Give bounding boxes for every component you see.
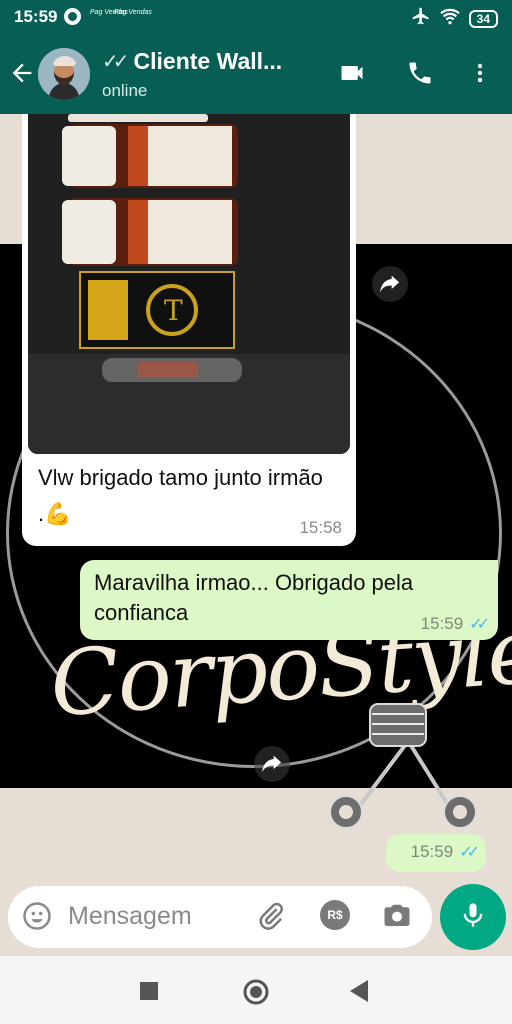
outgoing-sticker-meta: 15:59 ✓✓ xyxy=(386,834,486,872)
recents-icon[interactable] xyxy=(140,982,158,1005)
incoming-message[interactable]: T Vlw brigado tamo junto irmão .💪 15:58 xyxy=(22,114,356,546)
outgoing-message-meta: 15:59 ✓✓ xyxy=(420,614,490,634)
whatsapp-icon xyxy=(64,8,81,25)
sent-ticks-icon: ✓✓ xyxy=(102,51,129,73)
message-input[interactable]: Mensagem R$ xyxy=(8,886,432,948)
message-placeholder: Mensagem xyxy=(68,902,192,930)
back-arrow-icon[interactable] xyxy=(8,59,36,92)
video-call-icon[interactable] xyxy=(336,59,368,92)
emoji-icon[interactable] xyxy=(22,901,52,936)
outgoing-sticker-time: 15:59 xyxy=(410,842,454,861)
mic-button[interactable] xyxy=(440,884,506,950)
message-input-bar: Mensagem R$ xyxy=(0,884,512,956)
product-photo[interactable]: T xyxy=(28,114,350,454)
status-time: 15:59 xyxy=(14,7,58,26)
mic-icon xyxy=(459,900,487,935)
notification-pag-vendas-2: Pag Vendas xyxy=(114,9,152,16)
voice-call-icon[interactable] xyxy=(406,59,434,92)
outgoing-message[interactable]: Maravilha irmao... Obrigado pela confian… xyxy=(80,560,498,640)
camera-icon[interactable] xyxy=(382,901,412,936)
system-nav-bar xyxy=(0,956,512,1024)
incoming-message-time: 15:58 xyxy=(299,518,342,537)
home-icon[interactable] xyxy=(242,978,270,1011)
status-bar: 15:59 Pag Vendas Pag Vendas 34 xyxy=(0,0,512,34)
payment-label: R$ xyxy=(320,900,350,930)
pistons-sticker[interactable] xyxy=(310,674,490,839)
chat-area[interactable]: CorpoStyles T Vlw brigado tamo junto irm… xyxy=(0,114,512,886)
chat-header: ✓✓ Cliente Wall... online xyxy=(0,34,512,114)
contact-name: Cliente Wall... xyxy=(133,48,283,74)
attach-icon[interactable] xyxy=(256,901,286,936)
airplane-icon xyxy=(411,6,431,31)
read-ticks-icon: ✓✓ xyxy=(459,844,480,861)
svg-text:T: T xyxy=(164,294,183,327)
forward-icon[interactable] xyxy=(254,746,290,782)
outgoing-message-time: 15:59 xyxy=(420,614,464,633)
more-options-icon[interactable] xyxy=(468,59,492,92)
back-icon[interactable] xyxy=(350,980,368,1007)
contact-info[interactable]: ✓✓ Cliente Wall... online xyxy=(102,48,322,101)
contact-avatar[interactable] xyxy=(38,48,90,100)
battery-icon: 34 xyxy=(468,9,498,28)
incoming-message-text: Vlw brigado tamo junto irmão .💪 xyxy=(38,465,323,526)
wifi-icon xyxy=(439,7,461,30)
read-ticks-icon: ✓✓ xyxy=(469,616,490,633)
forward-icon[interactable] xyxy=(372,266,408,302)
payment-icon[interactable]: R$ xyxy=(320,900,350,930)
contact-presence: online xyxy=(102,81,148,100)
